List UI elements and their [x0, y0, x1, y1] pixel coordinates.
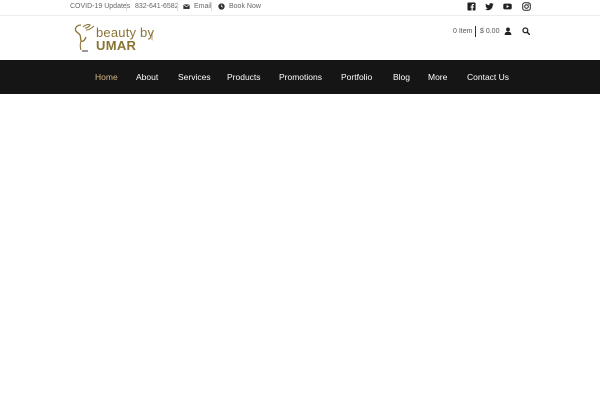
divider — [475, 26, 476, 37]
nav-services[interactable]: Services — [178, 60, 211, 94]
facebook-icon[interactable] — [467, 2, 476, 11]
email-link[interactable]: Email — [183, 0, 212, 13]
youtube-icon[interactable] — [503, 2, 512, 11]
divider — [126, 2, 127, 11]
phone-link[interactable]: 832-641-6582 — [135, 0, 179, 13]
book-now-link[interactable]: Book Now — [218, 0, 261, 13]
site-header: beauty by UMAR .com 0 Item $ 0.00 — [0, 16, 600, 60]
nav-home[interactable]: Home — [95, 60, 118, 94]
nav-blog[interactable]: Blog — [393, 60, 410, 94]
book-now-label: Book Now — [229, 3, 261, 10]
covid-updates-link[interactable]: COVID-19 Updates — [70, 0, 130, 13]
site-logo[interactable]: beauty by UMAR .com — [72, 23, 162, 55]
top-bar: COVID-19 Updates 832-641-6582 Email Book… — [0, 0, 600, 16]
logo-suffix: .com — [149, 32, 154, 41]
nav-portfolio[interactable]: Portfolio — [341, 60, 372, 94]
clock-icon — [218, 3, 225, 10]
nav-products[interactable]: Products — [227, 60, 261, 94]
envelope-icon — [183, 4, 190, 9]
main-navigation: Home About Services Products Promotions … — [0, 60, 600, 94]
nav-promotions[interactable]: Promotions — [279, 60, 322, 94]
search-icon[interactable] — [522, 27, 530, 35]
woman-silhouette-icon — [74, 24, 95, 52]
divider — [211, 2, 212, 11]
email-label: Email — [194, 3, 212, 10]
cart-item-count[interactable]: 0 Item — [453, 27, 472, 37]
nav-about[interactable]: About — [136, 60, 158, 94]
twitter-icon[interactable] — [485, 2, 494, 11]
cart-total[interactable]: $ 0.00 — [480, 27, 499, 37]
divider — [177, 2, 178, 11]
instagram-icon[interactable] — [522, 2, 531, 11]
user-icon[interactable] — [504, 27, 512, 35]
nav-contact-us[interactable]: Contact Us — [467, 60, 509, 94]
logo-line-2: UMAR — [96, 38, 137, 53]
nav-more[interactable]: More — [428, 60, 447, 94]
